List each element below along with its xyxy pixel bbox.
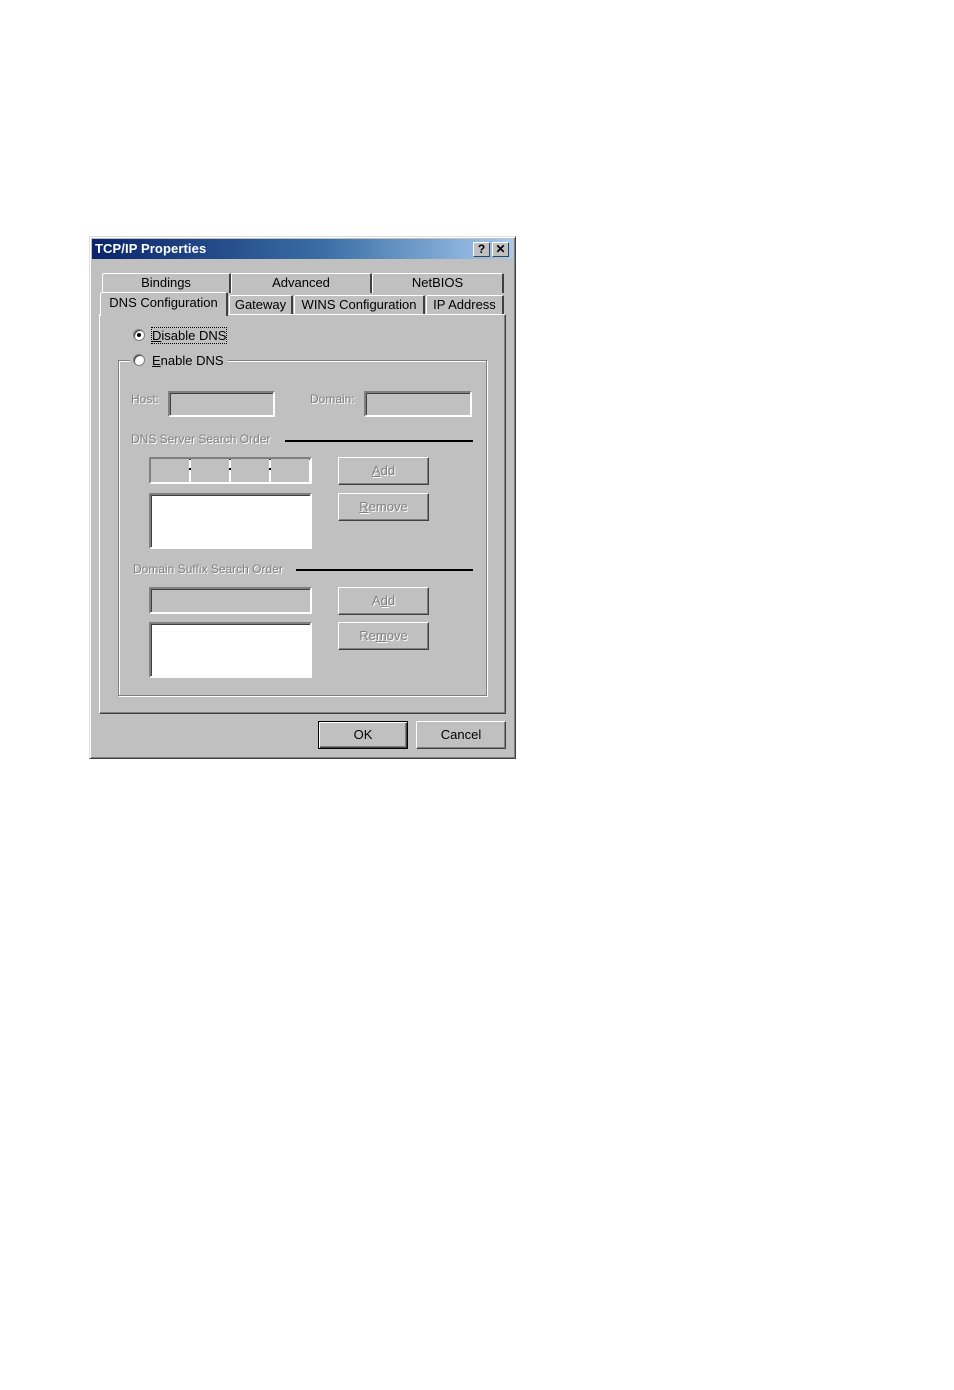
tab-label: NetBIOS [411,275,464,290]
ip-octet-3[interactable] [231,459,269,482]
tab-label: IP Address [433,297,496,312]
tab-label: Bindings [141,275,191,290]
enable-dns-label[interactable]: Enable DNS [152,353,224,368]
tab-ip-address[interactable]: IP Address [426,295,504,315]
tab-label: WINS Configuration [301,297,417,312]
ip-octet-2[interactable] [191,459,229,482]
disable-dns-label[interactable]: Disable DNS [150,327,228,344]
tcpip-properties-dialog: TCP/IP Properties ? ✕ Bindings Advanced … [89,236,516,759]
tab-netbios[interactable]: NetBIOS [372,273,504,293]
host-label: Host: [131,392,160,406]
domain-suffix-remove-button[interactable]: Remove [338,622,429,650]
tab-label: Gateway [234,297,287,312]
tab-bindings[interactable]: Bindings [102,273,231,293]
title-bar[interactable]: TCP/IP Properties ? ✕ [92,239,513,259]
tab-wins-configuration[interactable]: WINS Configuration [294,295,425,315]
close-button[interactable]: ✕ [492,242,509,257]
enable-dns-radio[interactable] [133,354,145,366]
dns-server-ip-input[interactable] [149,457,312,484]
section-divider [296,569,473,571]
radio-selected-dot [137,333,141,337]
domain-suffix-list[interactable] [149,622,312,678]
dns-server-remove-button[interactable]: Remove [338,493,429,521]
dns-server-list[interactable] [149,493,312,549]
domain-suffix-add-button[interactable]: Add [338,587,429,615]
disable-dns-radio[interactable] [133,329,145,341]
window-title: TCP/IP Properties [95,241,207,256]
tab-label: DNS Configuration [109,295,218,310]
domain-suffix-input[interactable] [149,587,312,614]
dns-server-search-order-label: DNS Server Search Order [131,432,271,446]
dns-server-add-button[interactable]: Add [338,457,429,485]
ip-octet-4[interactable] [271,459,309,482]
tab-label: Advanced [272,275,330,290]
tab-dns-configuration[interactable]: DNS Configuration [100,292,228,316]
domain-label: Domain: [310,392,355,406]
host-input[interactable] [168,391,275,417]
ip-octet-1[interactable] [151,459,189,482]
section-divider [285,440,473,442]
domain-suffix-search-order-label: Domain Suffix Search Order [133,562,283,576]
ok-button[interactable]: OK [318,721,408,749]
tab-advanced[interactable]: Advanced [231,273,372,293]
domain-input[interactable] [364,391,472,417]
tab-gateway[interactable]: Gateway [229,295,293,315]
help-button[interactable]: ? [473,242,490,257]
cancel-button[interactable]: Cancel [416,721,506,749]
